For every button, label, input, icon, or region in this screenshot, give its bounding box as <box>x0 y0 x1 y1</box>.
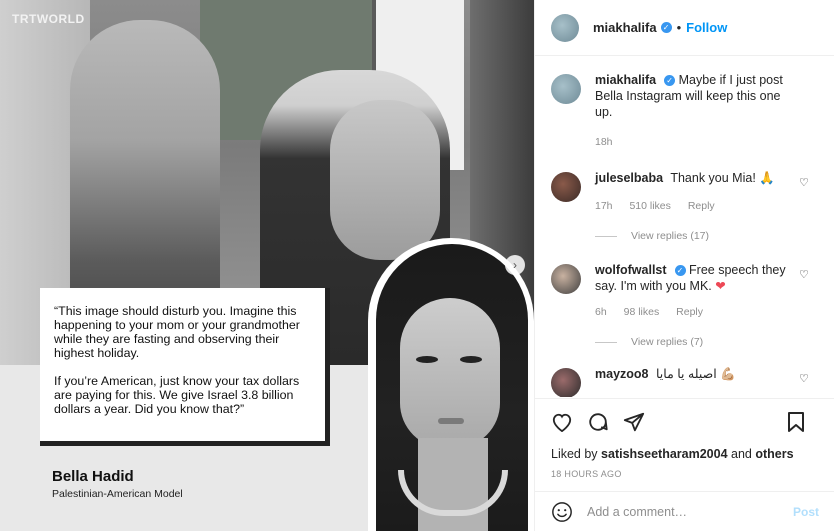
quote-attribution: Bella Hadid Palestinian-American Model <box>52 468 183 500</box>
separator-dot: • <box>676 20 682 35</box>
reply-button[interactable]: Reply <box>688 200 715 212</box>
avatar[interactable] <box>551 264 581 294</box>
portrait-photo <box>368 238 534 531</box>
comment-text: Thank you Mia! 🙏 <box>670 171 775 185</box>
comment-username[interactable]: mayzoo8 <box>595 367 649 381</box>
post-side-panel: miakhalifa ✓ • Follow miakhalifa ✓ Maybe … <box>534 0 834 531</box>
like-heart-icon[interactable] <box>551 412 573 432</box>
avatar[interactable] <box>551 172 581 202</box>
comment-item: wolfofwallst ✓ Free speech they say. I'm … <box>535 262 834 320</box>
comment-time[interactable]: 18h <box>595 136 613 148</box>
post-timestamp[interactable]: 18 HOURS AGO <box>551 469 819 479</box>
comments-list[interactable]: miakhalifa ✓ Maybe if I just post Bella I… <box>535 72 834 397</box>
avatar[interactable] <box>551 74 581 104</box>
bookmark-icon[interactable] <box>787 411 805 433</box>
comment-bubble-icon[interactable] <box>587 411 609 433</box>
comment-item: juleselbaba Thank you Mia! 🙏 17h 510 lik… <box>535 170 834 214</box>
quote-paragraph-1: “This image should disturb you. Imagine … <box>54 304 300 360</box>
post-button[interactable]: Post <box>793 505 819 519</box>
verified-badge-icon: ✓ <box>664 75 676 87</box>
header-username[interactable]: miakhalifa <box>593 20 657 35</box>
comment-username[interactable]: wolfofwallst <box>595 263 667 277</box>
avatar[interactable] <box>551 368 581 397</box>
share-send-icon[interactable] <box>623 411 645 433</box>
comment-input[interactable]: Add a comment… <box>587 505 793 519</box>
comment-item: mayzoo8 اصيله يا مايا 💪🏼 ♡ <box>535 366 834 397</box>
liked-by-others[interactable]: others <box>755 447 793 461</box>
follow-button[interactable]: Follow <box>686 20 727 35</box>
quote-paragraph-2: If you’re American, just know your tax d… <box>54 374 300 416</box>
avatar[interactable] <box>551 13 579 42</box>
comment-time[interactable]: 6h <box>595 306 607 318</box>
view-replies-button[interactable]: View replies (7) <box>595 336 834 348</box>
caption: miakhalifa ✓ Maybe if I just post Bella I… <box>535 72 834 150</box>
heart-outline-icon[interactable]: ♡ <box>799 268 811 281</box>
view-replies-label[interactable]: View replies (17) <box>631 230 709 242</box>
action-bar: Liked by satishseetharam2004 and others … <box>535 398 834 498</box>
photo-baby-figure <box>330 100 440 260</box>
post-header: miakhalifa ✓ • Follow <box>535 0 834 56</box>
verified-badge-icon: ✓ <box>674 265 686 277</box>
heart-outline-icon[interactable]: ♡ <box>799 176 811 189</box>
view-replies-label[interactable]: View replies (7) <box>631 336 703 348</box>
view-replies-button[interactable]: View replies (17) <box>595 230 834 242</box>
add-comment-bar: Add a comment… Post <box>535 491 834 531</box>
post-image[interactable]: TRTWORLD “This image should disturb you.… <box>0 0 534 531</box>
comment-username[interactable]: juleselbaba <box>595 171 663 185</box>
emoji-smiley-icon[interactable] <box>551 501 573 523</box>
chevron-right-icon[interactable]: › <box>505 255 525 275</box>
attribution-name: Bella Hadid <box>52 468 134 485</box>
reply-button[interactable]: Reply <box>676 306 703 318</box>
comment-username[interactable]: miakhalifa <box>595 73 656 87</box>
heart-outline-icon[interactable]: ♡ <box>799 372 811 385</box>
trtworld-watermark: TRTWORLD <box>12 12 85 26</box>
quote-box: “This image should disturb you. Imagine … <box>40 288 330 446</box>
comment-likes[interactable]: 98 likes <box>624 306 660 318</box>
liked-by-text: Liked by satishseetharam2004 and others <box>551 447 794 461</box>
liked-by-user[interactable]: satishseetharam2004 <box>601 447 727 461</box>
verified-badge-icon: ✓ <box>660 22 672 33</box>
attribution-role: Palestinian-American Model <box>52 488 183 500</box>
comment-likes[interactable]: 510 likes <box>629 200 670 212</box>
comment-text: اصيله يا مايا 💪🏼 <box>655 367 736 381</box>
comment-time[interactable]: 17h <box>595 200 613 212</box>
red-heart-emoji-icon: ❤ <box>715 279 726 293</box>
